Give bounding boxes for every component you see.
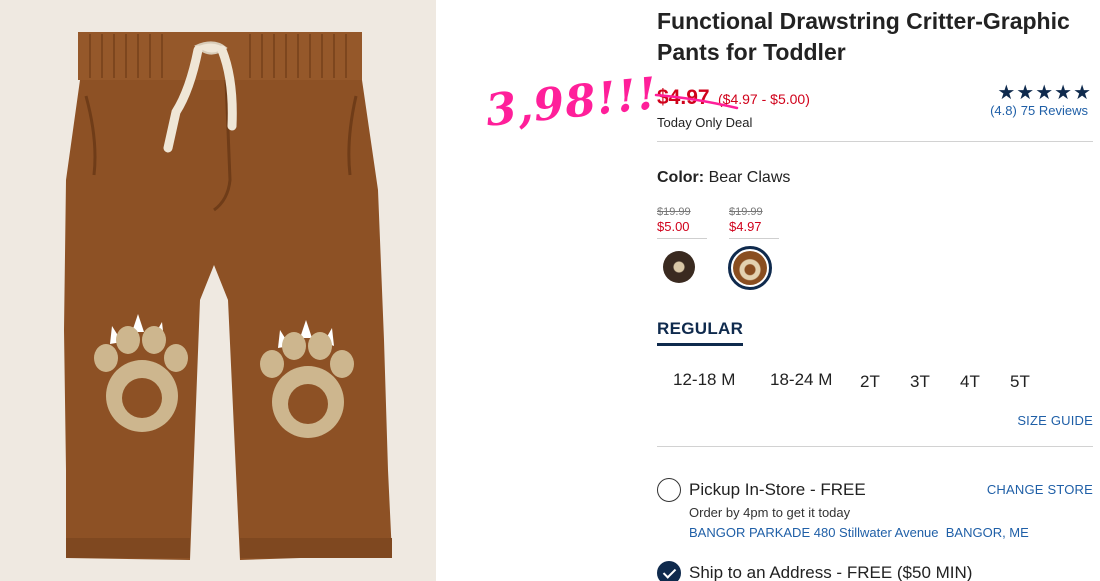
color-swatch-option[interactable]: $19.99 $4.97: [728, 205, 779, 290]
pants-illustration: [64, 32, 392, 560]
product-title-line1: Functional Drawstring Critter-Graphic: [657, 8, 1070, 34]
swatch-sale-price: $5.00: [657, 219, 707, 239]
pickup-radio[interactable]: [657, 478, 681, 502]
size-option[interactable]: 3T: [910, 372, 930, 392]
color-value: Bear Claws: [708, 169, 791, 186]
size-guide-link[interactable]: SIZE GUIDE: [1017, 413, 1093, 428]
color-swatch-option[interactable]: $19.99 $5.00: [657, 205, 707, 283]
store-address-link[interactable]: BANGOR PARKADE 480 Stillwater Avenue BAN…: [689, 525, 1029, 540]
reviews-link[interactable]: (4.8) 75 Reviews: [990, 103, 1092, 118]
size-option[interactable]: 18-24 M: [770, 370, 832, 390]
rating-score: (4.8): [990, 103, 1017, 118]
pickup-cutoff-note: Order by 4pm to get it today: [689, 505, 851, 520]
ship-option-title[interactable]: Ship to an Address - FREE ($50 MIN): [689, 563, 972, 581]
size-option[interactable]: 12-18 M: [673, 370, 735, 390]
swatch-original-price: $19.99: [729, 206, 763, 218]
star-rating-icon: ★★★★★: [997, 82, 1092, 104]
size-option[interactable]: 2T: [860, 372, 880, 392]
dark-bear-swatch-icon[interactable]: [663, 251, 695, 283]
color-label: Color:: [657, 169, 705, 186]
divider: [657, 446, 1093, 447]
size-option[interactable]: 5T: [1010, 372, 1030, 392]
product-title: Functional Drawstring Critter-Graphic Pa…: [657, 6, 1097, 68]
price-range: ($4.97 - $5.00): [718, 91, 810, 107]
product-image[interactable]: [0, 0, 436, 581]
ship-radio-checked[interactable]: [657, 561, 681, 581]
bear-claws-swatch-icon[interactable]: [728, 246, 772, 290]
swatch-sale-price: $4.97: [729, 219, 779, 239]
divider: [657, 141, 1093, 142]
deal-label: Today Only Deal: [657, 115, 753, 130]
reviews-count: 75 Reviews: [1020, 103, 1088, 118]
color-label-row: Color: Bear Claws: [657, 169, 790, 187]
price-annotation: 3,98!!!: [483, 68, 660, 137]
tab-regular[interactable]: REGULAR: [657, 319, 744, 346]
rating[interactable]: ★★★★★ (4.8) 75 Reviews: [990, 83, 1092, 118]
pickup-option-title[interactable]: Pickup In-Store - FREE: [689, 480, 866, 500]
size-option[interactable]: 4T: [960, 372, 980, 392]
price-row: $4.97 ($4.97 - $5.00): [654, 86, 810, 110]
change-store-link[interactable]: CHANGE STORE: [987, 482, 1093, 497]
product-title-line2: Pants for Toddler: [657, 39, 846, 65]
swatch-original-price: $19.99: [657, 206, 691, 218]
sale-price: $4.97: [657, 86, 710, 109]
